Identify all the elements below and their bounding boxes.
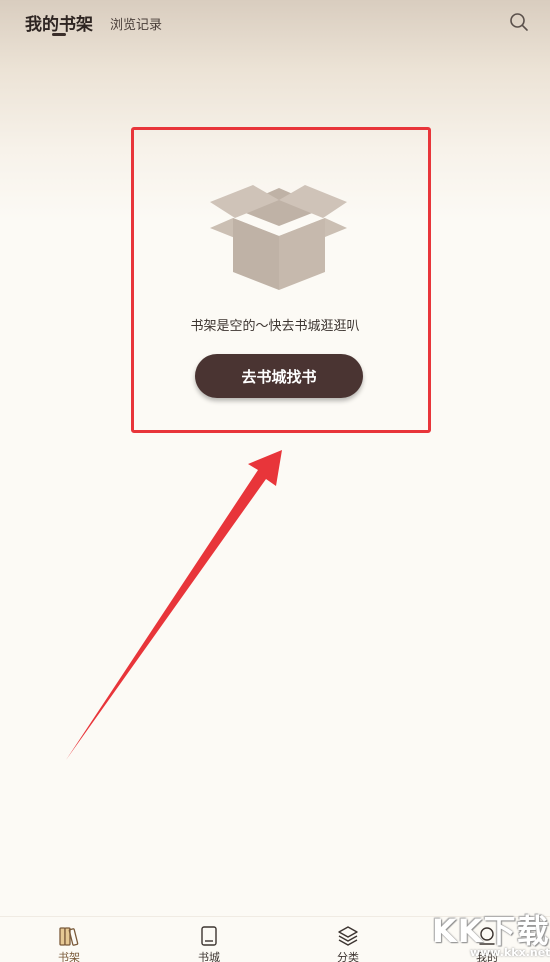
nav-item-bookshelf[interactable]: 书架 bbox=[39, 917, 99, 962]
annotation-highlight-box bbox=[131, 127, 431, 433]
nav-label-bookshelf: 书架 bbox=[58, 951, 80, 962]
tab-browse-history[interactable]: 浏览记录 bbox=[110, 14, 162, 33]
nav-label-category: 分类 bbox=[337, 951, 359, 962]
nav-item-bookstore[interactable]: 书城 bbox=[179, 917, 239, 962]
nav-item-category[interactable]: 分类 bbox=[318, 917, 378, 962]
layers-icon bbox=[338, 926, 358, 946]
top-bar: 我的书架 浏览记录 bbox=[0, 0, 550, 48]
nav-label-bookstore: 书城 bbox=[198, 951, 220, 962]
search-icon bbox=[510, 13, 528, 31]
active-tab-indicator bbox=[52, 33, 66, 36]
bookshelf-icon bbox=[59, 927, 79, 946]
search-button[interactable] bbox=[509, 12, 529, 32]
watermark-url: www.kkx.net bbox=[470, 946, 550, 959]
book-icon bbox=[201, 926, 217, 946]
watermark: KK下载 www.kkx.net bbox=[432, 906, 550, 962]
tab-my-bookshelf[interactable]: 我的书架 bbox=[25, 10, 93, 35]
